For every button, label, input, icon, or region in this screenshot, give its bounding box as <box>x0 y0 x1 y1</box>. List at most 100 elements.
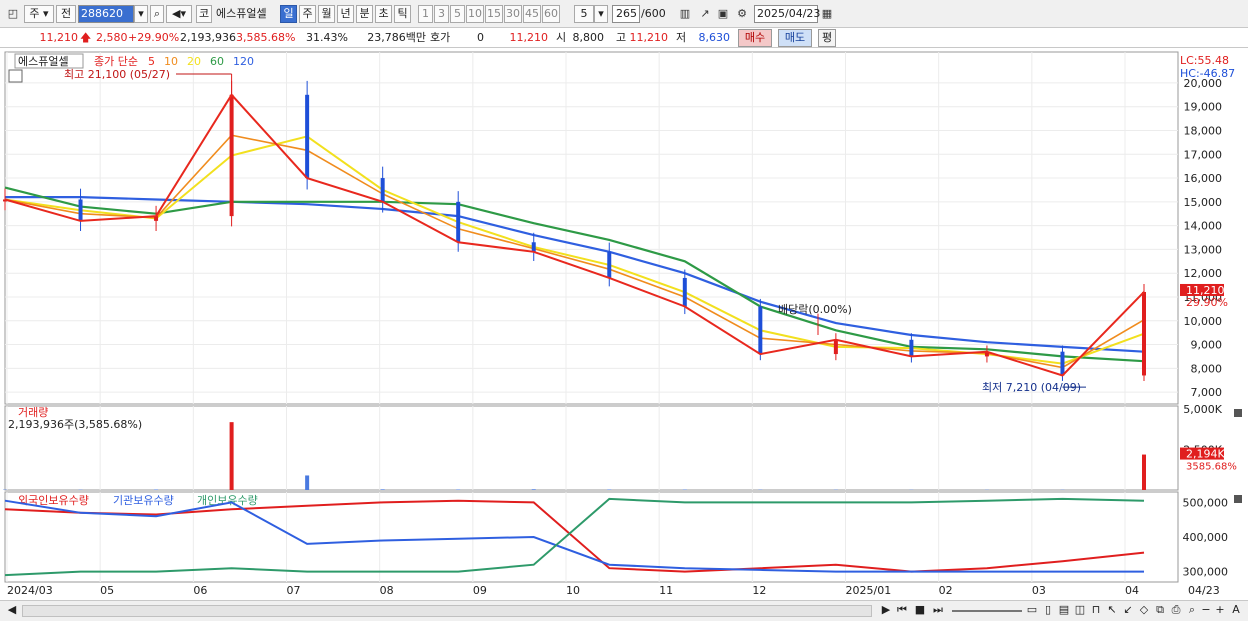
holdings-tick-label: 500,000 <box>1183 496 1229 509</box>
period-button[interactable]: 년 <box>337 5 354 23</box>
volume-bar <box>1142 454 1146 490</box>
candle-icon[interactable]: ▥ <box>676 5 694 23</box>
period-button[interactable]: 주 <box>299 5 316 23</box>
bid-price: 11,210 <box>509 31 549 44</box>
x-axis-label: 02 <box>939 584 953 597</box>
forward-icon[interactable]: ⏭ <box>930 603 946 619</box>
stock-code-input[interactable]: 288620 <box>78 5 134 23</box>
layout-3-icon[interactable]: ▤ <box>1056 603 1072 619</box>
save-icon[interactable]: ▣ <box>714 5 732 23</box>
x-axis-label: 11 <box>659 584 673 597</box>
date-input[interactable]: 2025/04/23 <box>754 5 820 23</box>
draw-tool-icon[interactable]: ↗ <box>696 5 714 23</box>
quote-bar: 11,210 🡅 2,580 +29.90% 2,193,936 3,585.6… <box>0 28 1248 48</box>
font-size-icon[interactable]: A <box>1228 603 1244 619</box>
trade-amount: 23,786백만 <box>367 31 426 44</box>
zoom-slider[interactable] <box>952 610 1022 612</box>
interval-value[interactable]: 5 <box>574 5 594 23</box>
x-axis-label: 06 <box>193 584 207 597</box>
price-tick-label: 7,000 <box>1191 386 1223 399</box>
x-axis-label: 04 <box>1125 584 1139 597</box>
layout-1-icon[interactable]: ▭ <box>1024 603 1040 619</box>
candle-body <box>833 339 838 355</box>
chart-area[interactable]: 20,00019,00018,00017,00016,00015,00014,0… <box>0 48 1248 600</box>
volume-tick-label: 5,000K <box>1183 403 1222 416</box>
volume-value: 2,193,936주(3,585.68%) <box>8 418 142 431</box>
sell-button[interactable]: 매도 <box>778 29 812 47</box>
panel-frame <box>4 491 1179 583</box>
market-select[interactable]: 주 ▾ <box>24 5 54 23</box>
low-price: 8,630 <box>698 31 731 44</box>
candle-body <box>1060 351 1065 376</box>
market-short-button[interactable]: 코 <box>196 5 212 23</box>
price-tick-label: 13,000 <box>1184 243 1223 256</box>
period-button[interactable]: 초 <box>375 5 392 23</box>
hoga-label: 호가 <box>430 31 451 44</box>
interval-button[interactable]: 1 <box>418 5 433 23</box>
period-button[interactable]: 월 <box>318 5 335 23</box>
volume-last-tag: 2,194K <box>1186 448 1225 461</box>
buy-button[interactable]: 매수 <box>738 29 772 47</box>
eval-button[interactable]: 평 <box>818 29 836 47</box>
period-button[interactable]: 분 <box>356 5 373 23</box>
search-button[interactable]: ⌕ <box>150 5 164 23</box>
layout-2-icon[interactable]: ▯ <box>1040 603 1056 619</box>
open-label: 시 <box>556 31 567 44</box>
high-price: 11,210 <box>629 31 669 44</box>
time-scrollbar[interactable] <box>22 605 872 617</box>
price-tick-label: 8,000 <box>1191 362 1223 375</box>
scroll-left-icon[interactable]: ◀ <box>4 603 20 619</box>
interval-button[interactable]: 10 <box>466 5 484 23</box>
lc-label: LC:55.48 <box>1180 54 1229 67</box>
candle-body <box>1142 291 1146 376</box>
magnet-icon[interactable]: ⊓ <box>1088 603 1104 619</box>
x-axis-label: 08 <box>380 584 394 597</box>
volume-bar <box>229 422 234 490</box>
interval-button[interactable]: 45 <box>523 5 541 23</box>
sound-button[interactable]: ◀▾ <box>166 5 192 23</box>
price-tick-label: 10,000 <box>1184 315 1223 328</box>
candle-body <box>380 178 385 202</box>
count-max: /600 <box>641 7 666 20</box>
settings-gear-icon[interactable]: ⚙ <box>733 5 751 23</box>
last-pct-tag: 29.90% <box>1186 296 1228 309</box>
window-menu-icon[interactable]: ◰ <box>4 5 22 23</box>
print-icon[interactable]: ⎙ <box>1168 603 1184 619</box>
ma-legend-item: 120 <box>233 55 254 68</box>
volume: 2,193,936 <box>180 31 236 44</box>
current-price: 11,210 <box>39 31 79 44</box>
copy-icon[interactable]: ⧉ <box>1152 603 1168 619</box>
eraser-icon[interactable]: ◇ <box>1136 603 1152 619</box>
line-tool-icon[interactable]: ↖ <box>1104 603 1120 619</box>
interval-dropdown[interactable]: ▾ <box>594 5 608 23</box>
prev-button[interactable]: 전 <box>56 5 76 23</box>
ma-legend-item: 60 <box>210 55 224 68</box>
interval-button[interactable]: 3 <box>434 5 449 23</box>
interval-button[interactable]: 60 <box>542 5 560 23</box>
low-label: 저 <box>676 31 687 44</box>
holdings-panel-close-icon <box>1234 495 1242 503</box>
rewind-icon[interactable]: ⏮ <box>894 603 910 619</box>
calendar-icon[interactable]: ▦ <box>818 5 836 23</box>
panel-frame <box>4 405 1179 491</box>
ray-tool-icon[interactable]: ↙ <box>1120 603 1136 619</box>
zoom-in-icon[interactable]: + <box>1212 603 1228 619</box>
period-button[interactable]: 일 <box>280 5 297 23</box>
stop-icon[interactable]: ■ <box>912 603 928 619</box>
period-button[interactable]: 틱 <box>394 5 411 23</box>
chart-window: ◰ 주 ▾ 전 288620 ▾ ⌕ ◀▾ 코 에스퓨얼셀 일주월년분초틱 13… <box>0 0 1248 621</box>
code-dropdown-button[interactable]: ▾ <box>134 5 148 23</box>
count-input[interactable]: 265 <box>612 5 640 23</box>
ma-legend-item: 5 <box>148 55 155 68</box>
scroll-right-icon[interactable]: ▶ <box>878 603 894 619</box>
volume-pct: 3,585.68% <box>236 31 296 44</box>
holdings-tick-label: 400,000 <box>1183 531 1229 544</box>
layout-4-icon[interactable]: ◫ <box>1072 603 1088 619</box>
volume-bar <box>380 489 385 490</box>
bottom-bar: ◀ ▶ ⏮ ■ ⏭ ▭ ▯ ▤ ◫ ⊓ ↖ ↙ ◇ ⧉ ⎙ ⌕ − + A <box>0 600 1248 621</box>
hoga-value: 0 <box>477 31 484 44</box>
candle-body <box>78 199 83 221</box>
interval-button[interactable]: 15 <box>485 5 503 23</box>
interval-button[interactable]: 5 <box>450 5 465 23</box>
interval-button[interactable]: 30 <box>504 5 522 23</box>
